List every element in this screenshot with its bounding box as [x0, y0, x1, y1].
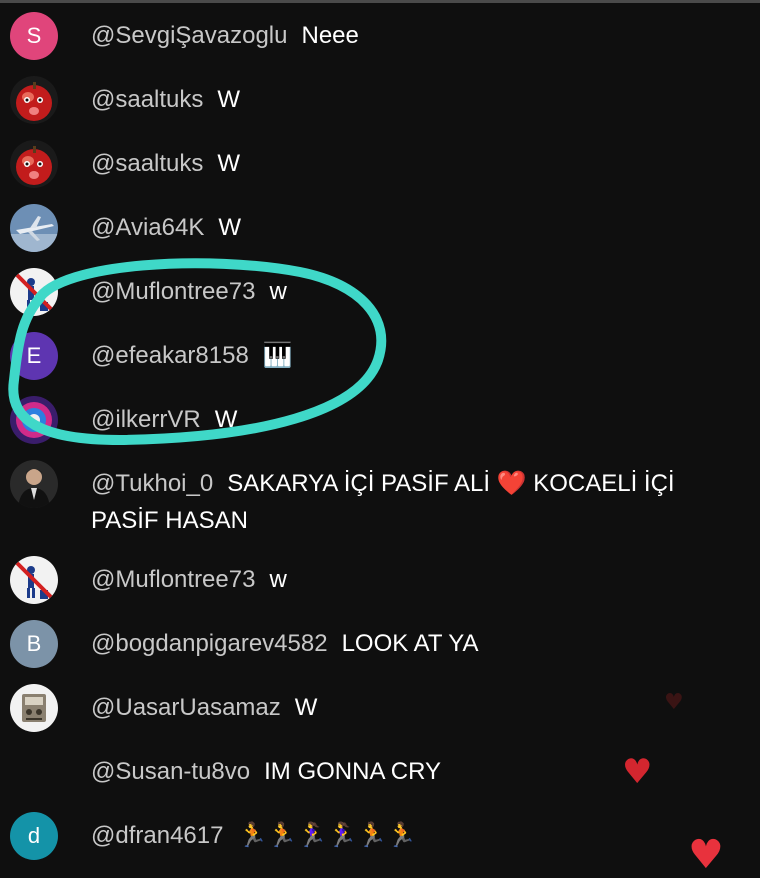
message-line: @ilkerrVR W — [91, 401, 720, 438]
reaction-heart-2: ♥ — [622, 752, 652, 792]
red-heart-icon: ♥ — [688, 832, 724, 878]
dark-heart-icon: ♥ — [664, 690, 684, 715]
chat-message[interactable]: @Muflontree73 w — [0, 268, 760, 316]
message-text: Neee — [301, 22, 359, 49]
message-line: @efeakar8158 🎹 — [91, 337, 720, 374]
chat-message[interactable]: @Muflontree73 w — [0, 556, 760, 604]
message-text: 🏃🏃🏃‍♀️🏃‍♀️🏃🏃 — [237, 822, 417, 849]
chat-message[interactable]: B @bogdanpigarev4582 LOOK AT YA — [0, 620, 760, 668]
avatar[interactable]: B — [10, 620, 58, 668]
chat-message[interactable]: @saaltuks W — [0, 140, 760, 188]
chat-message[interactable]: S @SevgiŞavazoglu Neee — [0, 12, 760, 60]
live-chat-list[interactable]: S @SevgiŞavazoglu Neee @saaltuks W @saaltuks W… — [0, 0, 760, 860]
message-text: W — [294, 694, 318, 721]
author-name[interactable]: @Avia64K — [91, 214, 204, 241]
message-text: LOOK AT YA — [341, 630, 479, 657]
message-line: @saaltuks W — [91, 81, 720, 118]
message-text: W — [217, 150, 241, 177]
person-in-suit-icon[interactable] — [10, 460, 58, 508]
airplane-icon[interactable] — [10, 204, 58, 252]
retro-machine-icon[interactable] — [10, 684, 58, 732]
reaction-heart-1: ♥ — [664, 690, 684, 715]
author-name[interactable]: @Susan-tu8vo — [91, 758, 250, 785]
message-line: @saaltuks W — [91, 145, 720, 182]
avatar[interactable]: d — [10, 812, 58, 860]
author-name[interactable]: @UasarUasamaz — [91, 694, 281, 721]
author-name[interactable]: @saaltuks — [91, 86, 203, 113]
avatar[interactable]: S — [10, 12, 58, 60]
author-name[interactable]: @Muflontree73 — [91, 278, 255, 305]
chat-message[interactable]: @UasarUasamaz W — [0, 684, 760, 732]
chat-message[interactable]: @saaltuks W — [0, 76, 760, 124]
message-line: @bogdanpigarev4582 LOOK AT YA — [91, 625, 720, 662]
author-name[interactable]: @bogdanpigarev4582 — [91, 630, 328, 657]
message-line: @Muflontree73 w — [91, 561, 720, 598]
author-name[interactable]: @SevgiŞavazoglu — [91, 22, 287, 49]
colorful-logo-icon[interactable] — [10, 396, 58, 444]
message-text: 🎹 — [262, 342, 293, 369]
message-line: @Avia64K W — [91, 209, 720, 246]
message-text: W — [217, 86, 241, 113]
author-name[interactable]: @efeakar8158 — [91, 342, 249, 369]
no-littering-sign-icon[interactable] — [10, 268, 58, 316]
chat-message[interactable]: E @efeakar8158 🎹 — [0, 332, 760, 380]
chat-message[interactable]: @Avia64K W — [0, 204, 760, 252]
avatar[interactable]: E — [10, 332, 58, 380]
author-name[interactable]: @saaltuks — [91, 150, 203, 177]
author-name[interactable]: @Tukhoi_0 — [91, 470, 213, 497]
message-text: IM GONNA CRY — [264, 758, 442, 785]
chat-message[interactable]: d @dfran4617 🏃🏃🏃‍♀️🏃‍♀️🏃🏃 — [0, 812, 760, 860]
chat-message[interactable]: @ilkerrVR W — [0, 396, 760, 444]
author-name[interactable]: @Muflontree73 — [91, 566, 255, 593]
red-apple-face-icon[interactable] — [10, 140, 58, 188]
message-line: @Muflontree73 w — [91, 273, 720, 310]
message-text: w — [269, 278, 287, 305]
no-littering-sign-icon[interactable] — [10, 556, 58, 604]
message-text: W — [218, 214, 241, 241]
author-name[interactable]: @ilkerrVR — [91, 406, 201, 433]
red-apple-face-icon[interactable] — [10, 76, 58, 124]
message-text: W — [214, 406, 238, 433]
red-heart-icon: ♥ — [622, 752, 653, 792]
chat-message[interactable]: @Tukhoi_0 SAKARYA İÇİ PASİF ALİ ❤️ KOCAEL… — [0, 460, 760, 544]
message-line: @SevgiŞavazoglu Neee — [91, 17, 720, 54]
message-line: @Tukhoi_0 SAKARYA İÇİ PASİF ALİ ❤️ KOCAEL… — [91, 465, 720, 539]
author-name[interactable]: @dfran4617 — [91, 822, 223, 849]
reaction-heart-3: ♥ — [688, 832, 724, 878]
message-text: w — [269, 566, 287, 593]
message-line: @UasarUasamaz W — [91, 689, 720, 726]
message-line: @dfran4617 🏃🏃🏃‍♀️🏃‍♀️🏃🏃 — [91, 817, 720, 854]
